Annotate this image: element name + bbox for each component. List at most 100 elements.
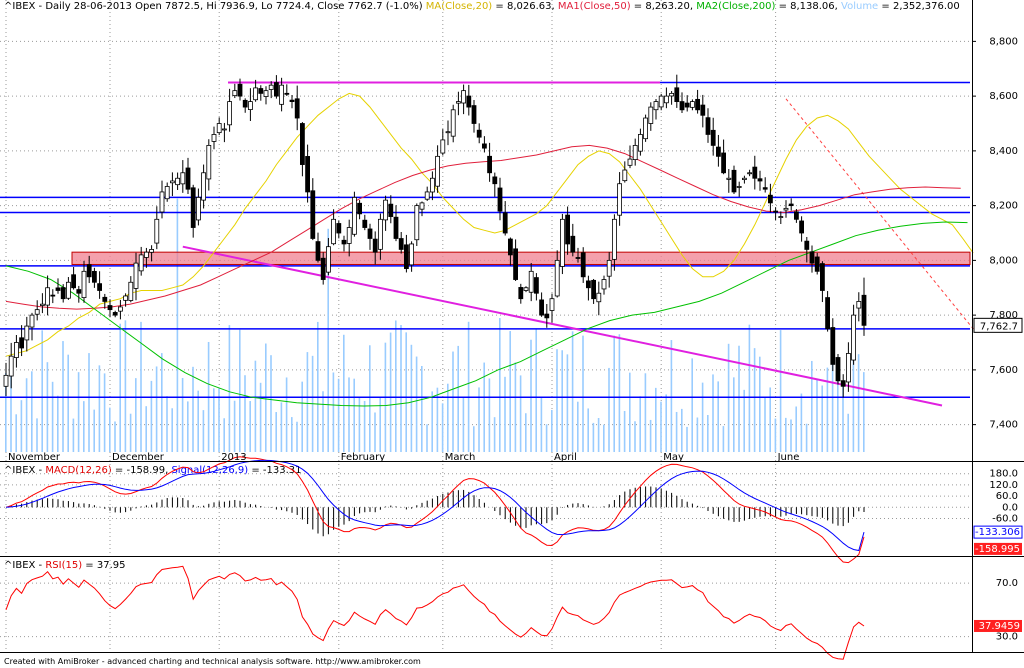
candle-body [263,90,269,97]
candle-body [154,218,160,244]
volume-bar [223,418,225,452]
volume-bar [239,329,241,452]
volume-bar [722,426,725,452]
volume-bar [826,367,829,452]
candle-body [507,238,513,256]
volume-bar [660,401,662,452]
candle-body [617,183,622,216]
candle-body [81,270,87,299]
candle-body [757,178,763,182]
volume-bar [77,372,80,452]
volume-bar [119,323,121,452]
candle-body [450,109,456,137]
volume-bar [545,424,548,452]
volume-bar [322,391,324,452]
candle-body [726,177,732,180]
candle-body [60,287,66,300]
volume-bar [785,417,787,452]
candle-body [710,129,716,146]
candle-body [622,169,628,182]
candle-body [773,210,778,213]
volume-bar [395,320,397,452]
candle-body [840,380,846,387]
candle-body [19,337,25,349]
candle-body [419,202,425,210]
volume-bar [197,390,199,452]
volume-bar [525,413,527,452]
volume-bar [623,410,626,452]
candle-body [97,283,102,291]
volume-bar [613,335,615,452]
candle-body [606,259,612,277]
price-tick-label: 8,400 [989,146,1018,157]
volume-bar [51,381,54,452]
candle-body [799,220,804,234]
candle-body [731,169,737,193]
candle-body [424,191,430,200]
candle-body [310,190,316,239]
volume-bar [753,348,756,452]
volume-bar [249,401,251,452]
volume-bar [618,334,621,452]
volume-bar [499,318,501,452]
candle-body [513,248,518,280]
volume-bar [863,372,865,452]
candle-body [487,155,493,174]
rsi-last-label: 37.9459 [979,621,1020,632]
candle-body [169,180,175,184]
candle-body [403,244,409,269]
candle-body [695,98,700,111]
volume-bar [779,330,782,452]
candle-body [133,262,139,289]
candle-body [768,194,773,204]
volume-bar [488,378,491,452]
candle-body [435,155,441,187]
volume-bar [634,421,636,452]
volume-bar [270,355,272,452]
volume-bar [675,411,678,452]
volume-bar [743,389,745,452]
candle-body [118,306,123,312]
candle-body [575,257,581,259]
volume-bar [821,385,823,452]
candle-body [383,199,389,221]
price-tick-label: 8,600 [989,91,1018,102]
volume-bar [348,377,350,452]
candle-body [346,227,352,244]
candle-body [216,123,222,134]
candle-body [227,101,233,126]
macd-tick-label: 0.0 [1002,502,1018,513]
volume-bar [608,367,610,452]
support-lines [0,81,970,398]
candle-body [367,228,373,239]
candle-body [164,186,170,200]
candle-body [705,117,711,135]
volume-bar [493,417,496,452]
volume-bar [587,408,589,452]
candle-body [143,251,149,258]
rsi-line [5,565,865,660]
candle-body [398,238,404,250]
volume-bar [847,413,849,452]
volume-bar [467,321,470,452]
volume-bar [129,413,132,452]
candle-body [716,146,721,157]
volume-bar [764,397,766,452]
volume-bar [187,401,189,452]
candle-body [570,235,576,253]
macd-line [5,456,865,564]
volume-bar [332,372,335,452]
volume-bar [592,422,595,452]
candle-body [86,264,92,278]
macd-tick-label: 120.0 [989,480,1018,491]
candle-body [534,277,539,294]
rsi-tick-label: 70.0 [996,578,1018,589]
volume-bar [457,345,459,452]
volume-bar [161,353,163,452]
candle-body [289,99,295,103]
volume-bar [800,393,803,452]
volume-bar [551,410,553,452]
candle-body [357,202,363,215]
candlesticks [3,74,867,398]
candle-body [820,263,825,291]
